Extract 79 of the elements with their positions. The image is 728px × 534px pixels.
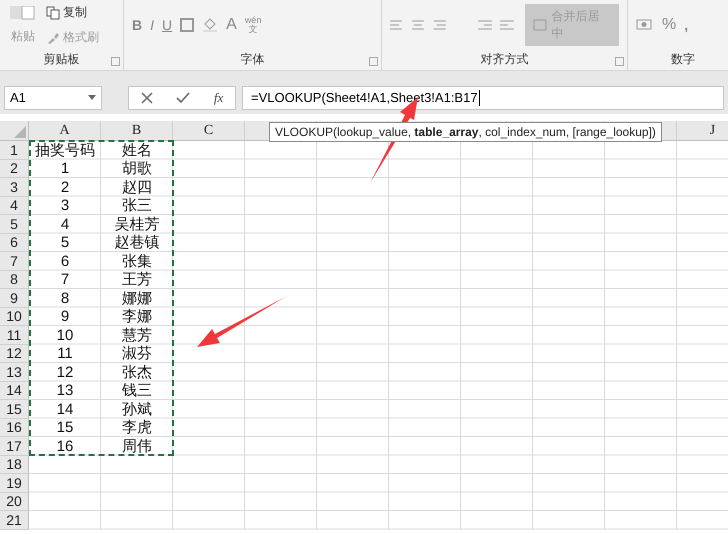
table-cell: 10 [56,326,74,344]
table-cell: 3 [60,197,70,214]
table-cell: 张集 [122,252,152,270]
table-cell: 王芳 [122,271,152,288]
copy-button[interactable]: 复制 [46,4,99,21]
row-header[interactable]: 3 [0,178,29,196]
table-cell: 周伟 [122,438,152,455]
table-cell: 李虎 [122,419,152,436]
merge-icon [533,19,548,31]
table-cell: 孙斌 [122,400,152,418]
brush-icon [46,30,60,44]
name-box[interactable]: A1 [4,86,102,110]
table-cell: 娜娜 [122,290,152,307]
table-cell: 8 [60,290,70,307]
table-cell: 赵四 [122,178,152,196]
row-header[interactable]: 10 [0,308,29,326]
table-cell: 2 [60,178,70,196]
row-header[interactable]: 9 [0,289,29,308]
launcher-icon[interactable] [615,57,624,66]
row-header[interactable]: 12 [0,344,29,363]
column-header[interactable]: B [101,121,173,141]
row-header[interactable]: 4 [0,196,29,215]
table-cell: 16 [56,438,74,455]
group-label: 剪贴板 [44,52,80,66]
row-header[interactable]: 21 [0,511,29,530]
row-header[interactable]: 8 [0,270,29,289]
table-cell: 赵巷镇 [114,234,160,252]
table-cell: 12 [56,364,74,381]
function-tooltip: VLOOKUP(lookup_value, table_array, col_index_num, [range_lookup]) [269,122,662,142]
row-header[interactable]: 7 [0,252,29,270]
column-header[interactable]: A [29,121,101,141]
row-header[interactable]: 16 [0,418,29,437]
table-cell: 张杰 [122,364,152,381]
row-header[interactable]: 6 [0,234,29,252]
table-cell: 7 [60,271,70,288]
group-label: 数字 [671,52,695,66]
group-label: 字体 [240,52,264,66]
launcher-icon[interactable] [111,57,120,66]
copy-icon [46,6,60,20]
currency-icon[interactable] [636,18,654,32]
table-cell: 9 [60,308,70,326]
table-cell: 11 [57,345,73,362]
row-header[interactable]: 15 [0,400,29,418]
table-cell: 淑芬 [122,345,152,362]
insert-function-button[interactable]: fx [214,90,224,106]
formula-field[interactable]: =VLOOKUP(Sheet4!A1,Sheet3!A1:B17 [242,86,724,110]
table-cell: 慧芳 [122,326,152,344]
table-cell: 吴桂芳 [114,216,160,233]
group-label: 对齐方式 [480,52,528,66]
row-header[interactable]: 2 [0,160,29,178]
launcher-icon[interactable] [369,57,378,66]
table-cell: 6 [60,252,70,270]
row-header[interactable]: 18 [0,456,29,474]
table-cell: 5 [60,234,70,252]
table-cell: 李娜 [122,308,152,326]
border-icon[interactable] [180,18,194,32]
row-header[interactable]: 17 [0,437,29,456]
table-cell: 钱三 [122,382,152,400]
table-cell: 姓名 [122,142,152,159]
row-header[interactable]: 5 [0,215,29,234]
table-cell: 抽奖号码 [35,142,95,159]
table-cell: 胡歌 [122,160,152,178]
row-header[interactable]: 20 [0,492,29,511]
column-header[interactable]: J [677,121,728,141]
row-header[interactable]: 1 [0,141,29,160]
table-cell: 4 [60,216,70,233]
table-cell: 14 [56,400,74,418]
table-cell: 张三 [122,197,152,214]
row-header[interactable]: 19 [0,474,29,492]
row-header[interactable]: 11 [0,326,29,344]
check-icon[interactable] [176,92,190,104]
column-header[interactable]: C [173,121,245,141]
cancel-icon[interactable] [140,92,153,104]
table-cell: 1 [60,160,70,178]
table-cell: 15 [56,419,74,436]
row-header[interactable]: 14 [0,382,29,400]
row-header[interactable]: 13 [0,363,29,382]
table-cell: 13 [56,382,74,400]
fill-color-icon[interactable] [202,18,218,32]
